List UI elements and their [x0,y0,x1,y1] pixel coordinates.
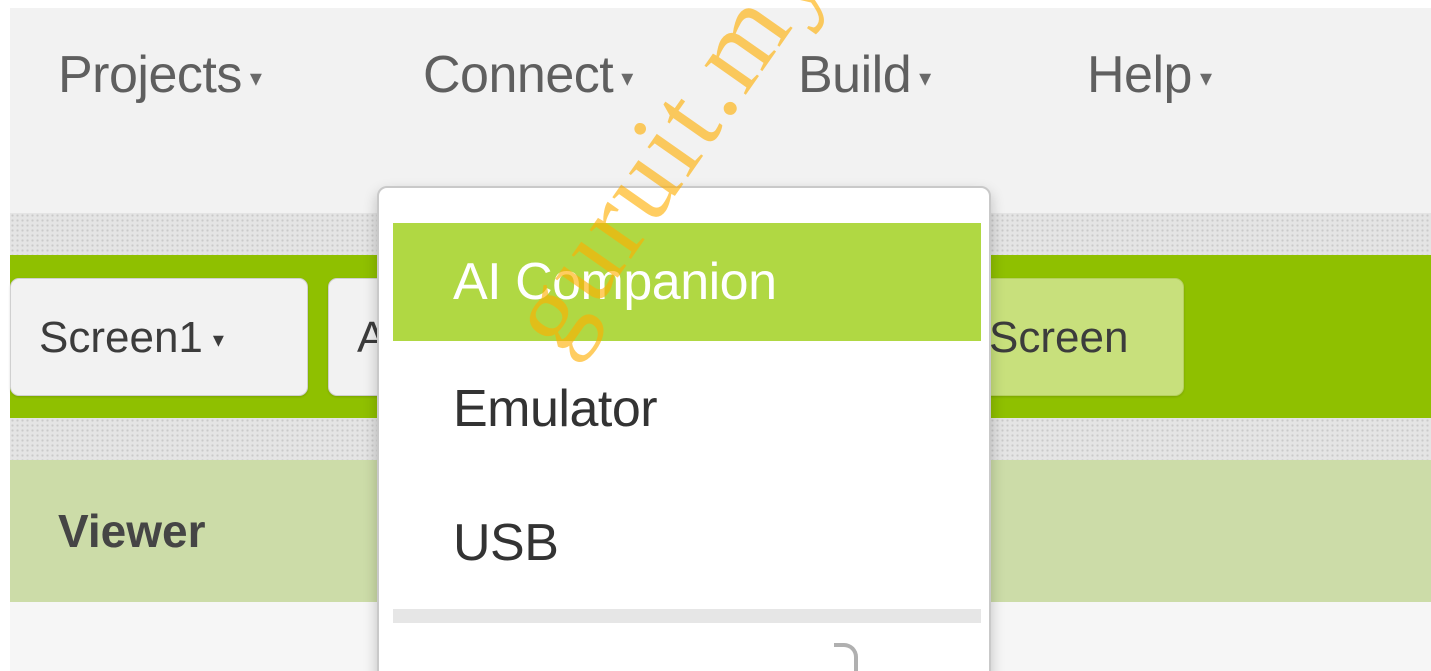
viewer-title: Viewer [58,505,206,557]
screen-select-button[interactable]: Screen1 ▾ [10,278,308,396]
menu-projects-label: Projects [58,46,242,104]
menu-build[interactable]: Build ▾ [798,45,931,105]
chevron-down-icon: ▾ [919,64,931,92]
menu-item-usb[interactable]: USB [393,484,981,602]
menu-connect[interactable]: Connect ▾ [423,45,633,105]
remove-screen-label: Screen [989,313,1129,362]
menu-help[interactable]: Help ▾ [1087,45,1212,105]
connect-dropdown-menu: AI Companion Emulator USB [377,186,991,671]
menu-item-ai-companion[interactable]: AI Companion [393,223,981,341]
app-window: Projects ▾ Connect ▾ Build ▾ Help ▾ Screen1 ▾… [0,0,1431,671]
menu-connect-label: Connect [423,46,614,104]
menu-divider [393,609,981,623]
chevron-down-icon: ▾ [212,327,224,353]
chevron-down-icon: ▾ [249,64,262,92]
partial-menu-item-glyph [834,643,858,671]
menu-projects[interactable]: Projects ▾ [58,45,262,105]
menu-build-label: Build [798,46,912,104]
screen-select-label: Screen1 [39,313,203,362]
chevron-down-icon: ▾ [621,64,633,92]
menu-help-label: Help [1087,46,1192,104]
top-menu-bar [10,8,1431,213]
chevron-down-icon: ▾ [1199,64,1212,92]
menu-item-emulator[interactable]: Emulator [393,350,981,468]
